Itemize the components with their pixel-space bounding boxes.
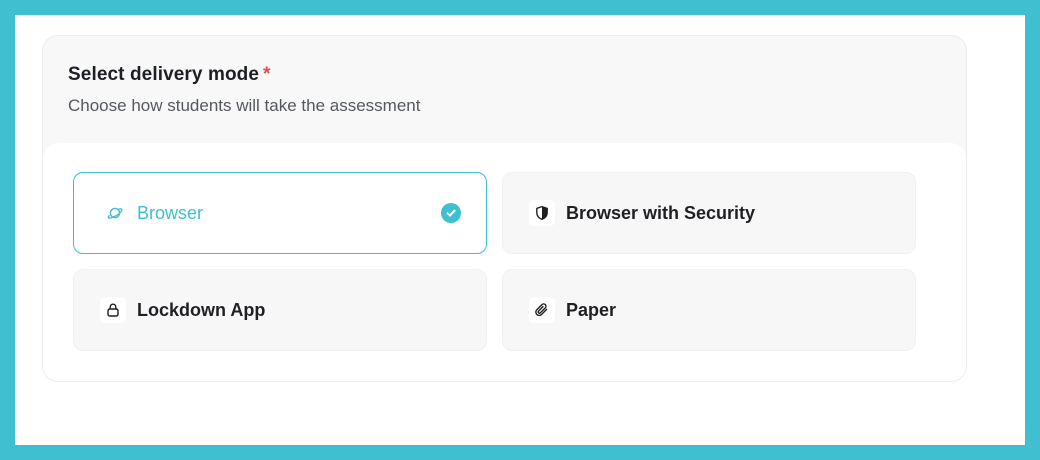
delivery-mode-card: Select delivery mode * Choose how student…: [42, 35, 967, 382]
page: Select delivery mode * Choose how student…: [15, 15, 1025, 445]
option-label: Lockdown App: [137, 299, 266, 320]
shield-icon: [529, 200, 555, 226]
option-browser-with-security[interactable]: Browser with Security: [502, 172, 916, 254]
options-panel: Browser Browser with Security Lockdown A…: [43, 143, 966, 381]
section-subtitle: Choose how students will take the assess…: [68, 96, 421, 115]
check-circle-icon: [441, 203, 461, 223]
planet-icon: [104, 202, 126, 224]
required-asterisk: *: [263, 64, 271, 85]
section-title: Select delivery mode *: [68, 64, 420, 86]
option-browser[interactable]: Browser: [73, 172, 487, 254]
lock-icon: [100, 297, 126, 323]
option-label: Paper: [566, 299, 617, 320]
option-lockdown-app[interactable]: Lockdown App: [73, 269, 487, 351]
paperclip-icon: [529, 297, 555, 323]
option-label: Browser with Security: [566, 202, 756, 223]
section-title-text: Select delivery mode: [68, 64, 260, 85]
option-paper[interactable]: Paper: [502, 269, 916, 351]
option-label: Browser: [137, 202, 204, 223]
card-header: Select delivery mode * Choose how student…: [68, 64, 420, 116]
